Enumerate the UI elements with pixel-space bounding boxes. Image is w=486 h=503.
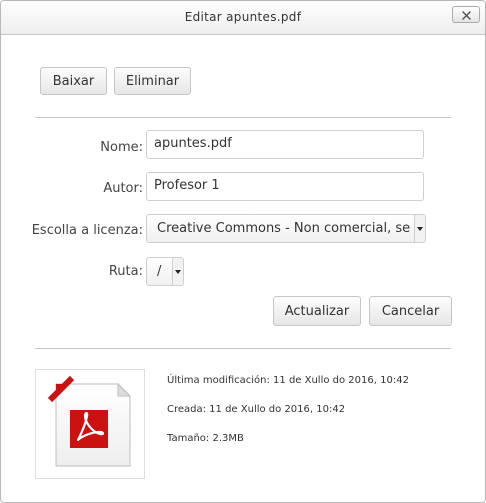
download-button[interactable]: Baixar	[40, 67, 107, 95]
chevron-down-icon	[172, 258, 183, 285]
license-select[interactable]: Creative Commons - Non comercial, se	[146, 214, 426, 243]
license-value: Creative Commons - Non comercial, se	[157, 221, 411, 236]
dialog-title: Editar apuntes.pdf	[184, 10, 302, 24]
name-field[interactable]: apuntes.pdf	[146, 130, 424, 159]
delete-button[interactable]: Eliminar	[114, 67, 191, 95]
edit-file-dialog: Editar apuntes.pdf Baixar Eliminar Nome:…	[0, 0, 486, 503]
name-label: Nome:	[100, 140, 143, 155]
update-button[interactable]: Actualizar	[273, 296, 361, 326]
divider-bottom	[35, 348, 451, 349]
close-button[interactable]	[452, 6, 480, 23]
author-label: Autor:	[103, 181, 143, 196]
file-size-text: Tamaño: 2.3MB	[167, 433, 244, 444]
dialog-titlebar: Editar apuntes.pdf	[1, 1, 485, 35]
close-icon	[461, 5, 471, 24]
path-label: Ruta:	[108, 264, 143, 279]
last-modified-text: Última modificación: 11 de Xullo do 2016…	[167, 375, 409, 386]
chevron-down-icon	[414, 215, 425, 242]
cancel-button[interactable]: Cancelar	[369, 296, 452, 326]
file-thumbnail	[35, 369, 145, 479]
license-label: Escolla a licenza:	[31, 223, 143, 238]
divider-top	[35, 117, 451, 118]
author-field[interactable]: Profesor 1	[146, 172, 424, 201]
path-select[interactable]: /	[146, 257, 184, 286]
path-value: /	[157, 264, 162, 279]
created-text: Creada: 11 de Xullo do 2016, 10:42	[167, 404, 346, 415]
pdf-file-icon	[36, 375, 144, 482]
